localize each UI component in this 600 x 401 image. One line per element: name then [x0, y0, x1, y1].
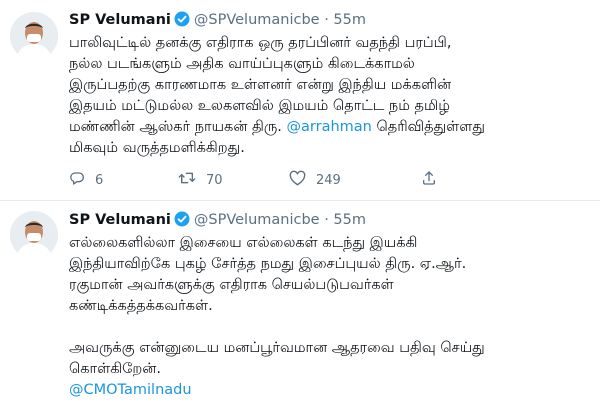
retweet-count: 70	[206, 172, 223, 188]
mention-link[interactable]: @CMOTamilnadu	[69, 382, 192, 398]
separator-dot: ·	[324, 12, 329, 28]
share-button[interactable]	[421, 170, 447, 190]
tweet[interactable]: SP Velumani @SPVelumanicbe · 55m எல்லைகளி…	[0, 201, 600, 400]
like-icon	[289, 170, 316, 190]
tweet-text: எல்லைகளில்லா இசையை எல்லைகள் கடந்து இயக்க…	[69, 233, 589, 401]
tweet-text-part: எல்லைகளில்லா இசையை எல்லைகள் கடந்து இயக்க…	[69, 235, 485, 377]
reply-button[interactable]: 6	[69, 170, 103, 190]
verified-badge-icon	[174, 211, 190, 233]
separator-dot: ·	[324, 212, 329, 228]
tweet-text: பாலிவுட்டில் தனக்கு எதிராக ஒரு தரப்பினர்…	[69, 33, 589, 159]
avatar[interactable]	[10, 12, 58, 60]
reply-count: 6	[95, 172, 104, 188]
retweet-button[interactable]: 70	[178, 170, 223, 190]
tweet-header: SP Velumani @SPVelumanicbe · 55m	[69, 10, 366, 33]
reply-icon	[69, 170, 95, 190]
share-icon	[421, 170, 447, 190]
tweet[interactable]: SP Velumani @SPVelumanicbe · 55m பாலிவுட்…	[0, 0, 600, 201]
tweet-actions: 6 70 249	[69, 170, 529, 190]
tweet-timestamp[interactable]: 55m	[333, 212, 366, 228]
author-name[interactable]: SP Velumani	[69, 12, 171, 28]
retweet-icon	[178, 170, 206, 190]
like-count: 249	[316, 172, 341, 188]
verified-badge-icon	[174, 11, 190, 33]
author-handle[interactable]: @SPVelumanicbe	[194, 212, 320, 228]
tweet-header: SP Velumani @SPVelumanicbe · 55m	[69, 210, 366, 233]
author-handle[interactable]: @SPVelumanicbe	[194, 12, 320, 28]
like-button[interactable]: 249	[289, 170, 341, 190]
tweet-timestamp[interactable]: 55m	[333, 12, 366, 28]
avatar[interactable]	[10, 211, 58, 259]
mention-link[interactable]: @arrahman	[287, 119, 372, 135]
author-name[interactable]: SP Velumani	[69, 212, 171, 228]
